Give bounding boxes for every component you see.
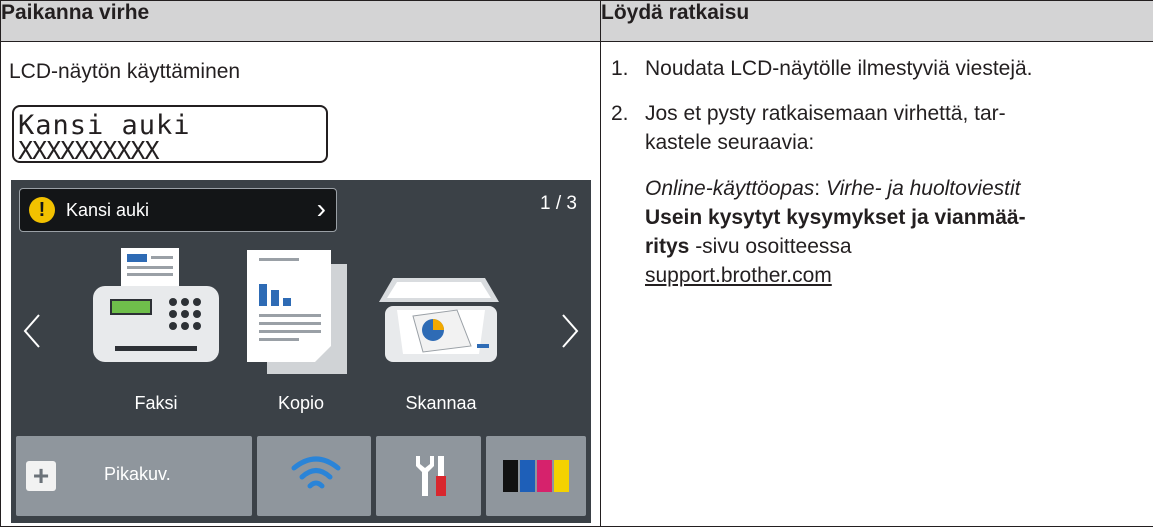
issue-column-header: Paikanna virhe xyxy=(0,0,601,42)
step-number: 1. xyxy=(611,57,629,80)
chevron-right-icon: › xyxy=(316,193,326,224)
issue-cell: LCD-näytön käyttäminen Kansi auki XXXXXX… xyxy=(0,41,601,527)
fax-icon[interactable] xyxy=(93,248,219,374)
ref-colon: : xyxy=(814,177,826,200)
app-label-faksi[interactable]: Faksi xyxy=(96,393,216,414)
lcd-message-box: Kansi auki XXXXXXXXXX xyxy=(12,105,328,165)
app-label-skannaa[interactable]: Skannaa xyxy=(381,393,501,414)
support-link[interactable]: support.brother.com xyxy=(645,264,832,287)
shortcuts-button[interactable]: + Pikakuv. xyxy=(16,436,252,516)
shortcuts-label: Pikakuv. xyxy=(104,464,171,484)
scan-icon[interactable] xyxy=(379,254,503,368)
issue-description: LCD-näytön käyttäminen xyxy=(9,60,241,83)
step-number: 2. xyxy=(611,102,629,125)
page-indicator: 1 / 3 xyxy=(540,193,577,214)
ink-button[interactable] xyxy=(486,436,586,516)
nav-right-arrow-icon[interactable] xyxy=(561,313,579,349)
solution-steps: 1. Noudata LCD-näytölle ilmestyviä viest… xyxy=(601,54,1153,157)
touchscreen-illustration: ! Kansi auki › 1 / 3 Faksi Kopio Skannaa… xyxy=(11,180,591,523)
lcd-line-2: XXXXXXXXXX xyxy=(18,136,160,165)
shortcut-bar: + Pikakuv. xyxy=(11,436,591,523)
solution-column-header: Löydä ratkaisu xyxy=(600,0,1153,42)
chapter-name: Virhe- ja huoltoviestit xyxy=(825,177,1021,200)
tools-icon xyxy=(416,456,446,496)
wifi-icon xyxy=(291,456,341,489)
troubleshooting-table: Paikanna virhe Löydä ratkaisu LCD-näytön… xyxy=(0,0,1153,527)
reference-block: Online-käyttöopas: Virhe- ja huoltoviest… xyxy=(645,174,1153,290)
error-alert-bar[interactable]: ! Kansi auki › xyxy=(19,188,337,232)
faq-title-line-2: ritys xyxy=(645,235,690,258)
solution-cell: 1. Noudata LCD-näytölle ilmestyviä viest… xyxy=(600,41,1153,527)
step-text-line-1: Jos et pysty ratkaisemaan virhettä, tar- xyxy=(645,102,1006,125)
solution-step-2: 2. Jos et pysty ratkaisemaan virhettä, t… xyxy=(601,99,1153,157)
alert-text: Kansi auki xyxy=(66,200,150,220)
solution-step-1: 1. Noudata LCD-näytölle ilmestyviä viest… xyxy=(601,54,1153,83)
step-text: Noudata LCD-näytölle ilmestyviä viestejä… xyxy=(645,57,1033,80)
step-text-line-2: kastele seuraavia: xyxy=(645,131,815,154)
warning-icon: ! xyxy=(29,197,55,223)
ink-cartridges-icon xyxy=(503,460,569,492)
copy-icon[interactable] xyxy=(243,248,353,378)
nav-left-arrow-icon[interactable] xyxy=(23,313,41,349)
app-label-kopio[interactable]: Kopio xyxy=(241,393,361,414)
plus-icon: + xyxy=(26,461,56,491)
ref-suffix: -sivu osoitteessa xyxy=(689,235,852,258)
faq-title-line-1: Usein kysytyt kysymykset ja vianmää- xyxy=(645,206,1026,229)
settings-button[interactable] xyxy=(376,436,481,516)
guide-name: Online-käyttöopas xyxy=(645,177,815,200)
wifi-button[interactable] xyxy=(257,436,371,516)
